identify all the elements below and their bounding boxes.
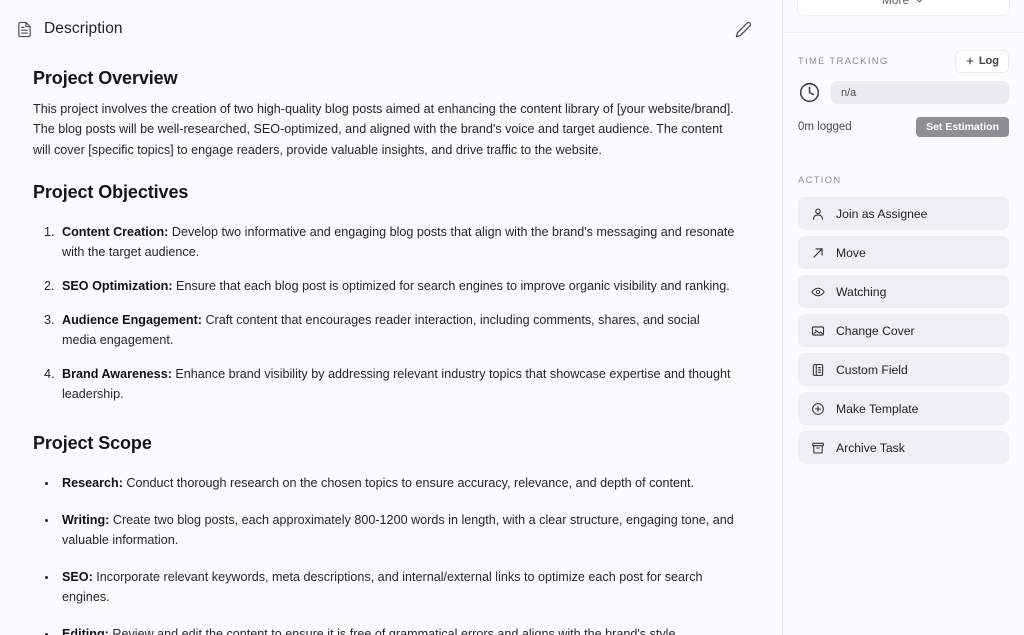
action-label-text: Change Cover <box>836 323 915 338</box>
list-item-text: Ensure that each blog post is optimized … <box>172 278 730 293</box>
page-title: Description <box>44 20 123 37</box>
action-label-text: Watching <box>836 284 887 299</box>
list-item-lead: Writing: <box>62 513 110 528</box>
arrow-up-right-icon <box>811 246 825 260</box>
list-item-text: Create two blog posts, each approximatel… <box>62 513 734 548</box>
image-icon <box>811 324 825 338</box>
paragraph-project-overview: This project involves the creation of tw… <box>33 102 734 157</box>
list-item-lead: SEO: <box>62 570 93 585</box>
more-button[interactable]: More <box>797 0 1010 16</box>
document-icon <box>16 21 33 38</box>
action-join-as-assignee[interactable]: Join as Assignee <box>798 197 1009 230</box>
log-time-button[interactable]: Log <box>954 49 1009 73</box>
list-item: Editing: Review and edit the content to … <box>58 625 737 635</box>
description-body: Project Overview This project involves t… <box>0 58 782 635</box>
heading-project-overview: Project Overview <box>33 68 178 88</box>
action-move[interactable]: Move <box>798 236 1009 269</box>
list-item: Audience Engagement: Craft content that … <box>58 311 737 351</box>
list-item: Research: Conduct thorough research on t… <box>58 474 737 494</box>
eye-icon <box>811 285 825 299</box>
action-watching[interactable]: Watching <box>798 275 1009 308</box>
action-label-text: Archive Task <box>836 440 905 455</box>
task-sidebar: More Time Tracking <box>783 0 1024 635</box>
action-list: Join as Assignee Move Watching Change Co… <box>798 197 1009 464</box>
list-item: Content Creation: Develop two informativ… <box>58 223 737 263</box>
more-button-label: More <box>881 0 910 7</box>
objectives-list: Content Creation: Develop two informativ… <box>33 223 737 404</box>
plus-icon <box>965 56 975 66</box>
list-item: Writing: Create two blog posts, each app… <box>58 511 737 551</box>
time-tracking-section: Time Tracking Log <box>783 43 1024 137</box>
action-section: Action Join as Assignee <box>783 165 1024 464</box>
heading-project-scope: Project Scope <box>33 433 152 454</box>
field-list-icon <box>811 363 825 377</box>
pencil-edit-icon[interactable] <box>732 18 754 40</box>
list-item-lead: Brand Awareness: <box>62 366 172 381</box>
time-input[interactable] <box>831 81 1009 104</box>
list-item-lead: SEO Optimization: <box>62 278 173 293</box>
list-item-lead: Content Creation: <box>62 225 169 240</box>
action-header: Action <box>798 165 1009 195</box>
task-detail-screen: Description Project Overview This projec… <box>0 0 1024 635</box>
action-archive-task[interactable]: Archive Task <box>798 431 1009 464</box>
clock-icon <box>798 81 821 104</box>
chevron-down-icon <box>914 0 925 6</box>
list-item: Brand Awareness: Enhance brand visibilit… <box>58 365 737 405</box>
logged-time-text: 0m logged <box>798 121 852 133</box>
user-icon <box>811 207 825 221</box>
log-button-label: Log <box>978 55 999 67</box>
plus-circle-icon <box>811 402 825 416</box>
list-item: SEO: Incorporate relevant keywords, meta… <box>58 568 737 608</box>
list-item-lead: Research: <box>62 476 123 491</box>
list-item-lead: Editing: <box>62 626 109 635</box>
list-item-lead: Audience Engagement: <box>62 312 202 327</box>
logged-row: 0m logged Set Estimation <box>798 117 1009 137</box>
more-row: More <box>783 0 1024 16</box>
action-make-template[interactable]: Make Template <box>798 392 1009 425</box>
description-header-left: Description <box>16 20 732 38</box>
time-tracking-header: Time Tracking Log <box>798 43 1009 79</box>
archive-box-icon <box>811 441 825 455</box>
action-label-text: Custom Field <box>836 362 908 377</box>
time-entry-row <box>798 81 1009 104</box>
list-item-text: Incorporate relevant keywords, meta desc… <box>62 570 703 604</box>
action-change-cover[interactable]: Change Cover <box>798 314 1009 347</box>
set-estimation-button[interactable]: Set Estimation <box>916 117 1009 137</box>
action-label-text: Make Template <box>836 401 919 416</box>
description-panel: Description Project Overview This projec… <box>0 0 783 635</box>
action-label: Action <box>798 174 842 186</box>
list-item: SEO Optimization: Ensure that each blog … <box>58 277 737 297</box>
action-label-text: Join as Assignee <box>836 206 928 221</box>
heading-project-objectives: Project Objectives <box>33 182 189 203</box>
list-item-text: Conduct thorough research on the chosen … <box>122 476 694 491</box>
time-tracking-label: Time Tracking <box>798 55 889 67</box>
description-header: Description <box>0 0 782 58</box>
action-label-text: Move <box>836 245 866 260</box>
action-custom-field[interactable]: Custom Field <box>798 353 1009 386</box>
scope-list: Research: Conduct thorough research on t… <box>33 474 737 635</box>
list-item-text: Review and edit the content to ensure it… <box>112 626 676 635</box>
sidebar-divider <box>783 32 1024 33</box>
